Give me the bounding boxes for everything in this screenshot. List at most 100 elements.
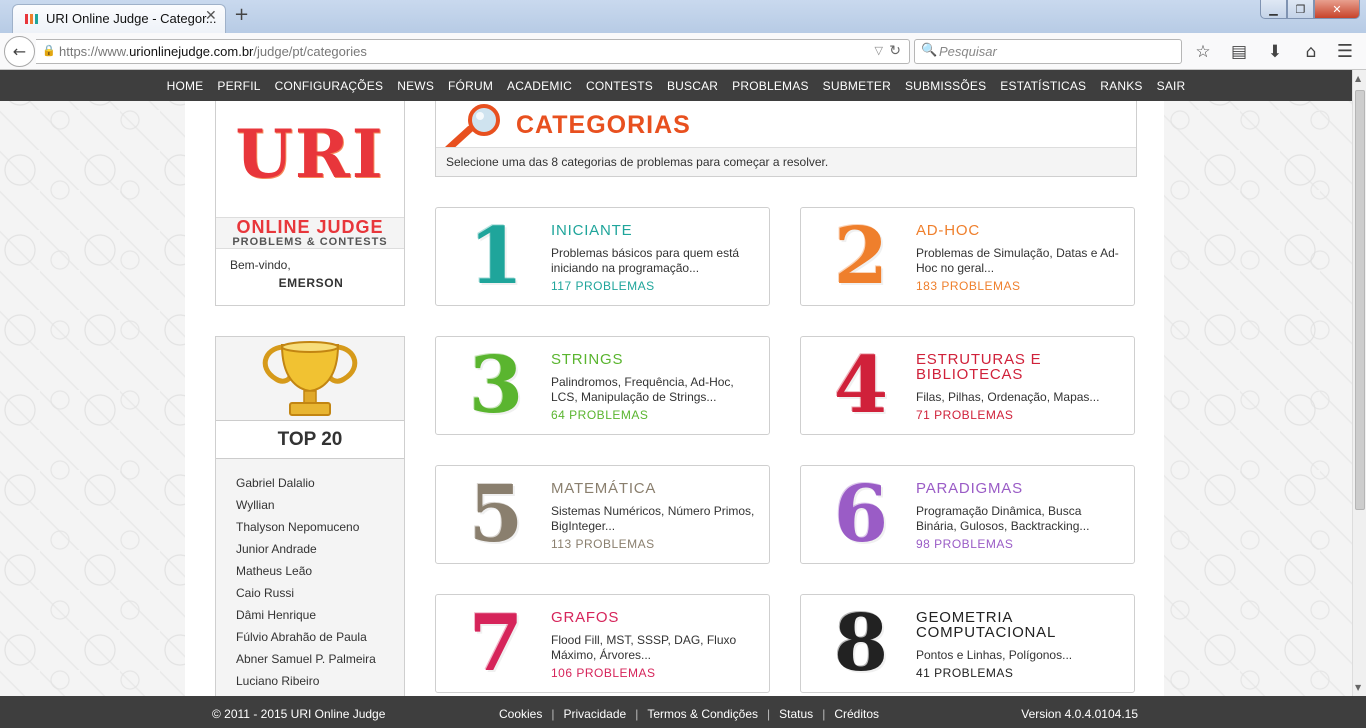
top20-item[interactable]: Luciano Ribeiro [216, 674, 404, 696]
footer-separator: | [822, 707, 826, 721]
hamburger-menu-icon[interactable]: ☰ [1334, 41, 1356, 63]
url-text: https://www.urionlinejudge.com.br/judge/… [59, 44, 367, 59]
tab-close-icon[interactable]: ✕ [205, 8, 217, 24]
category-count: 113 PROBLEMAS [551, 537, 655, 551]
search-icon: 🔍 [921, 43, 938, 58]
username[interactable]: EMERSON [216, 276, 404, 290]
menu-news[interactable]: NEWS [397, 79, 434, 93]
footer-link-termos[interactable]: Termos & Condições [647, 707, 758, 721]
category-description: Programação Dinâmica, Busca Binária, Gul… [916, 504, 1090, 533]
category-card-iniciante[interactable]: 1 INICIANTE Problemas básicos para quem … [435, 207, 770, 306]
category-description: Problemas básicos para quem está inician… [551, 246, 740, 275]
scroll-up-arrow-icon[interactable]: ▲ [1355, 74, 1361, 83]
top20-item[interactable]: Matheus Leão [216, 564, 404, 586]
back-button[interactable]: ← [4, 36, 35, 67]
search-placeholder: Pesquisar [939, 44, 997, 59]
menu-home[interactable]: HOME [167, 79, 204, 93]
menu-ranks[interactable]: RANKS [1100, 79, 1142, 93]
new-tab-button[interactable]: + [234, 4, 249, 25]
scroll-down-arrow-icon[interactable]: ▼ [1355, 683, 1361, 692]
category-title[interactable]: PARADIGMAS [916, 481, 1126, 496]
toolbar-icons: ☆ ▤ ⬇ ⌂ [1192, 41, 1322, 63]
category-card-estruturas[interactable]: 4 ESTRUTURAS E BIBLIOTECAS Filas, Pilhas… [800, 336, 1135, 435]
menu-buscar[interactable]: BUSCAR [667, 79, 718, 93]
category-number: 1 [468, 211, 524, 302]
reading-list-icon[interactable]: ▤ [1228, 41, 1250, 63]
page-viewport: HOME PERFIL CONFIGURAÇÕES NEWS FÓRUM ACA… [0, 70, 1352, 728]
category-title[interactable]: ESTRUTURAS E BIBLIOTECAS [916, 352, 1126, 382]
category-card-grafos[interactable]: 7 GRAFOS Flood Fill, MST, SSSP, DAG, Flu… [435, 594, 770, 693]
category-number: 5 [468, 469, 524, 560]
welcome-text: Bem-vindo, [230, 258, 291, 272]
category-number: 6 [833, 469, 889, 560]
top20-item[interactable]: Caio Russi [216, 586, 404, 608]
category-count: 41 PROBLEMAS [916, 666, 1014, 680]
category-number: 7 [468, 598, 524, 689]
browser-titlebar: URI Online Judge - Categor... ✕ + ▁ ❐ ✕ [0, 0, 1366, 33]
menu-academic[interactable]: ACADEMIC [507, 79, 572, 93]
category-card-ad-hoc[interactable]: 2 AD-HOC Problemas de Simulação, Datas e… [800, 207, 1135, 306]
menu-contests[interactable]: CONTESTS [586, 79, 653, 93]
close-window-button[interactable]: ✕ [1314, 0, 1360, 19]
category-title[interactable]: INICIANTE [551, 223, 761, 238]
menu-estatisticas[interactable]: ESTATÍSTICAS [1000, 79, 1086, 93]
category-description: Filas, Pilhas, Ordenação, Mapas... [916, 390, 1100, 404]
category-card-geometria[interactable]: 8 GEOMETRIA COMPUTACIONAL Pontos e Linha… [800, 594, 1135, 693]
menu-perfil[interactable]: PERFIL [217, 79, 260, 93]
category-description: Problemas de Simulação, Datas e Ad-Hoc n… [916, 246, 1119, 275]
category-count: 183 PROBLEMAS [916, 279, 1021, 293]
category-card-matematica[interactable]: 5 MATEMÁTICA Sistemas Numéricos, Número … [435, 465, 770, 564]
menu-forum[interactable]: FÓRUM [448, 79, 493, 93]
page-scrollbar[interactable]: ▲ ▼ [1352, 70, 1366, 696]
footer-link-status[interactable]: Status [779, 707, 813, 721]
top20-item[interactable]: Junior Andrade [216, 542, 404, 564]
menu-sair[interactable]: SAIR [1157, 79, 1186, 93]
category-number: 4 [833, 340, 889, 431]
minimize-button[interactable]: ▁ [1260, 0, 1287, 19]
logo-tagline: PROBLEMS & CONTESTS [232, 236, 388, 248]
category-title[interactable]: MATEMÁTICA [551, 481, 761, 496]
category-card-strings[interactable]: 3 STRINGS Palindromos, Frequência, Ad-Ho… [435, 336, 770, 435]
logo-online-judge: ONLINE JUDGE [236, 217, 384, 237]
category-title[interactable]: AD-HOC [916, 223, 1126, 238]
page-title: CATEGORIAS [516, 111, 691, 139]
footer-link-cookies[interactable]: Cookies [499, 707, 542, 721]
category-title[interactable]: GRAFOS [551, 610, 761, 625]
menu-submeter[interactable]: SUBMETER [823, 79, 891, 93]
download-icon[interactable]: ⬇ [1264, 41, 1286, 63]
maximize-button[interactable]: ❐ [1287, 0, 1314, 19]
top20-list: Gabriel Dalalio Wyllian Thalyson Nepomuc… [216, 459, 404, 728]
scrollbar-thumb[interactable] [1355, 90, 1365, 510]
tab-title: URI Online Judge - Categor... [46, 11, 217, 26]
footer-link-creditos[interactable]: Créditos [834, 707, 879, 721]
category-title[interactable]: STRINGS [551, 352, 761, 367]
top20-item[interactable]: Wyllian [216, 498, 404, 520]
lock-icon: 🔒 [42, 44, 56, 57]
top20-item[interactable]: Thalyson Nepomuceno [216, 520, 404, 542]
reload-icon[interactable]: ↻ [889, 43, 901, 59]
top20-item[interactable]: Gabriel Dalalio [216, 476, 404, 498]
home-icon[interactable]: ⌂ [1300, 41, 1322, 63]
menu-submissoes[interactable]: SUBMISSÕES [905, 79, 986, 93]
category-title[interactable]: GEOMETRIA COMPUTACIONAL [916, 610, 1126, 640]
back-arrow-icon: ← [12, 42, 27, 61]
top20-item[interactable]: Abner Samuel P. Palmeira [216, 652, 404, 674]
footer-separator: | [551, 707, 555, 721]
address-bar[interactable]: 🔒 https://www.urionlinejudge.com.br/judg… [36, 39, 910, 64]
category-count: 71 PROBLEMAS [916, 408, 1014, 422]
category-number: 2 [833, 211, 889, 302]
bookmark-star-icon[interactable]: ☆ [1192, 41, 1214, 63]
category-card-paradigmas[interactable]: 6 PARADIGMAS Programação Dinâmica, Busca… [800, 465, 1135, 564]
footer-link-privacidade[interactable]: Privacidade [563, 707, 626, 721]
category-description: Flood Fill, MST, SSSP, DAG, Fluxo Máximo… [551, 633, 737, 662]
menu-problemas[interactable]: PROBLEMAS [732, 79, 809, 93]
dropdown-arrow-icon[interactable]: ▽ [875, 44, 883, 57]
category-description: Sistemas Numéricos, Número Primos, BigIn… [551, 504, 755, 533]
search-bar[interactable]: 🔍 Pesquisar [914, 39, 1182, 64]
top20-item[interactable]: Fúlvio Abrahão de Paula [216, 630, 404, 652]
browser-tab[interactable]: URI Online Judge - Categor... ✕ [12, 4, 226, 33]
top20-item[interactable]: Dâmi Henrique [216, 608, 404, 630]
menu-configuracoes[interactable]: CONFIGURAÇÕES [275, 79, 384, 93]
category-description: Pontos e Linhas, Polígonos... [916, 648, 1073, 662]
uri-logo[interactable]: URI [216, 115, 404, 193]
